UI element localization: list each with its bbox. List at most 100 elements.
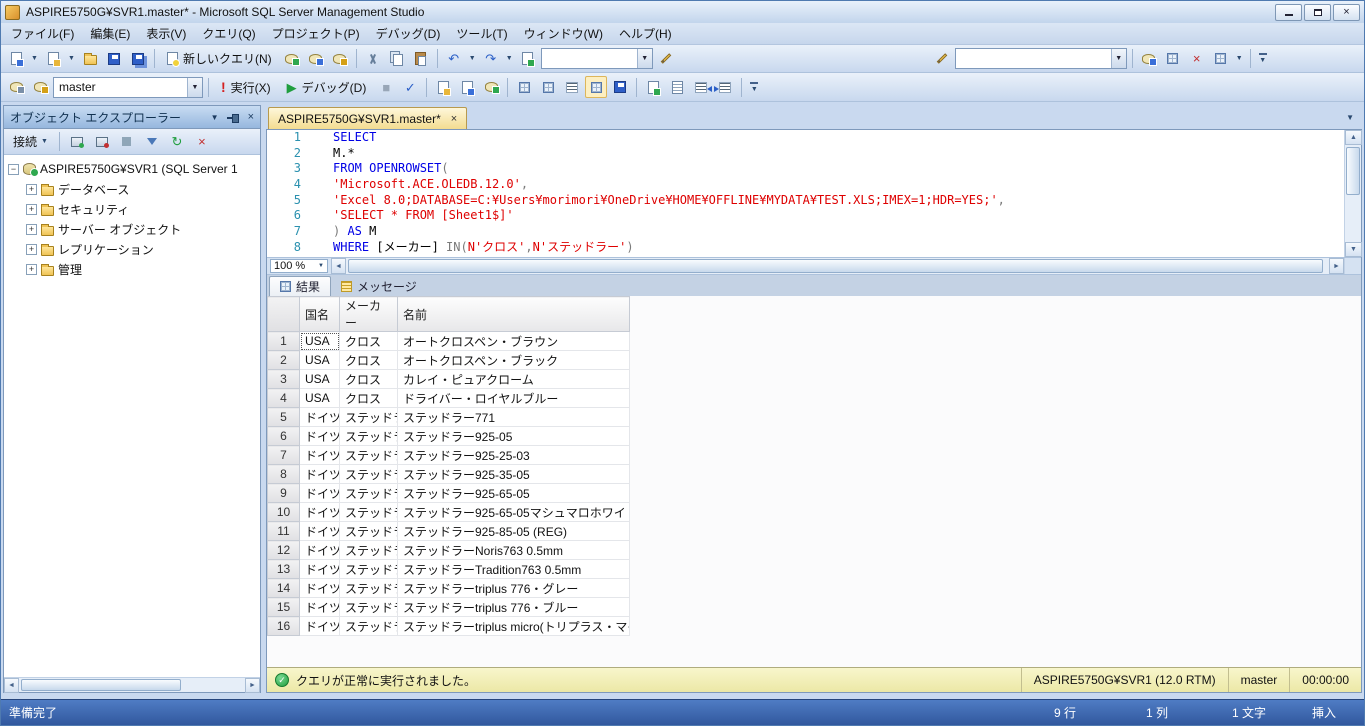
disconnect-server-icon[interactable] [91, 131, 113, 153]
change-connection-icon[interactable] [29, 76, 51, 98]
new-query-button[interactable]: 新しいクエリ(N) [160, 48, 279, 70]
scroll-right-icon[interactable]: ► [1329, 258, 1344, 274]
grid-cell[interactable]: ドイツ [299, 445, 340, 465]
grid-cell[interactable]: ドライバー・ロイヤルブルー [397, 388, 630, 408]
grid-cell[interactable]: USA [299, 388, 340, 408]
scrollbar-track[interactable] [19, 678, 245, 692]
object-explorer-hscrollbar[interactable]: ◄ ► [4, 677, 260, 693]
table-view-icon[interactable] [1210, 48, 1232, 70]
scrollbar-thumb[interactable] [1346, 147, 1360, 195]
navigate-icon[interactable] [517, 48, 539, 70]
column-header[interactable]: 国名 [299, 296, 340, 332]
actual-plan-icon[interactable] [537, 76, 559, 98]
refresh-icon[interactable]: ↻ [166, 131, 188, 153]
toolbar-overflow-icon[interactable]: ▼ [1256, 53, 1270, 64]
expand-icon[interactable]: + [26, 183, 37, 195]
tree-node-server[interactable]: − ASPIRE5750G¥SVR1 (SQL Server 1 [4, 159, 260, 179]
new-mdx-query-icon[interactable] [305, 48, 327, 70]
estimated-plan-icon[interactable] [513, 76, 535, 98]
menu-item[interactable]: 編集(E) [82, 22, 138, 45]
grid-cell[interactable]: ステッドラーtriplus 776・グレー [397, 578, 630, 598]
edit-icon[interactable] [931, 48, 953, 70]
grid-cell[interactable]: ドイツ [299, 426, 340, 446]
grid-cell[interactable]: ドイツ [299, 502, 340, 522]
row-header[interactable]: 6 [267, 426, 300, 446]
menu-item[interactable]: ヘルプ(H) [611, 22, 680, 45]
scroll-down-icon[interactable]: ▼ [1345, 242, 1362, 257]
grid-cell[interactable]: USA [299, 350, 340, 370]
connect-icon[interactable] [5, 76, 27, 98]
add-item-icon[interactable] [42, 48, 64, 70]
scrollbar-thumb[interactable] [21, 679, 181, 691]
scroll-up-icon[interactable]: ▲ [1345, 130, 1362, 145]
grid-cell[interactable]: ステッドラー [339, 597, 398, 617]
row-header[interactable]: 2 [267, 350, 300, 370]
zoom-selector[interactable]: 100 % ▼ [270, 259, 328, 273]
grid-cell[interactable]: ステッドラー771 [397, 407, 630, 427]
column-header[interactable]: 名前 [397, 296, 630, 332]
grid-cell[interactable]: ドイツ [299, 616, 340, 636]
grid-cell[interactable]: ドイツ [299, 540, 340, 560]
grid-cell[interactable]: ドイツ [299, 483, 340, 503]
row-header[interactable]: 5 [267, 407, 300, 427]
grid-cell[interactable]: ステッドラー925-65-05 [397, 483, 630, 503]
grid-cell[interactable]: クロス [339, 388, 398, 408]
pin-icon[interactable] [226, 112, 240, 123]
column-header[interactable]: メーカー [339, 296, 398, 332]
close-panel-icon[interactable]: × [248, 111, 254, 123]
execute-button[interactable]: ! 実行(X) [214, 76, 278, 98]
grid-cell[interactable]: ステッドラー [339, 407, 398, 427]
menu-item[interactable]: プロジェクト(P) [264, 22, 368, 45]
template-params-icon[interactable] [432, 76, 454, 98]
grid-corner-cell[interactable] [267, 296, 300, 332]
grid-cell[interactable]: ステッドラー [339, 445, 398, 465]
cut-icon[interactable] [362, 48, 384, 70]
find-icon[interactable] [655, 48, 677, 70]
collapse-icon[interactable]: − [8, 163, 19, 175]
row-header[interactable]: 8 [267, 464, 300, 484]
comment-icon[interactable] [642, 76, 664, 98]
grid-cell[interactable]: ステッドラー [339, 540, 398, 560]
new-connection-dropdown-icon[interactable]: ▼ [29, 55, 40, 62]
row-header[interactable]: 10 [267, 502, 300, 522]
db-search-icon[interactable] [1138, 48, 1160, 70]
grid-cell[interactable]: クロス [339, 369, 398, 389]
grid-cell[interactable]: USA [299, 331, 340, 351]
menu-item[interactable]: 表示(V) [138, 22, 194, 45]
database-combobox[interactable]: master ▼ [53, 76, 203, 98]
copy-icon[interactable] [386, 48, 408, 70]
scroll-left-icon[interactable]: ◄ [4, 678, 19, 693]
tree-node[interactable]: + 管理 [4, 259, 260, 279]
grid-cell[interactable]: オートクロスペン・ブラック [397, 350, 630, 370]
results-grid-table[interactable]: 国名 メーカー 名前 1 USA クロス オートクロスペン・ブラウン 2 USA クロス オートクロ… [267, 296, 630, 636]
expand-icon[interactable]: + [26, 243, 37, 255]
menu-item[interactable]: ウィンドウ(W) [516, 22, 611, 45]
outdent-icon[interactable] [690, 76, 713, 98]
results-grid-icon[interactable] [585, 76, 608, 98]
grid-cell[interactable]: ステッドラー [339, 483, 398, 503]
expand-icon[interactable]: + [26, 203, 37, 215]
results-file-icon[interactable] [609, 76, 631, 98]
find-combobox[interactable]: ▼ [540, 48, 653, 69]
intellisense-icon[interactable] [480, 76, 502, 98]
paste-icon[interactable] [410, 48, 432, 70]
grid-cell[interactable]: ドイツ [299, 407, 340, 427]
grid-cell[interactable]: ドイツ [299, 597, 340, 617]
grid-cell[interactable]: ステッドラー [339, 502, 398, 522]
sql-editor[interactable]: 123456789 SELECTM.*FROM OPENROWSET('Micr… [267, 130, 1344, 257]
row-header[interactable]: 9 [267, 483, 300, 503]
row-header[interactable]: 3 [267, 369, 300, 389]
redo-dropdown-icon[interactable]: ▼ [504, 55, 515, 62]
grid-cell[interactable]: ステッドラーTradition763 0.5mm [397, 559, 630, 579]
grid-cell[interactable]: ドイツ [299, 464, 340, 484]
undo-dropdown-icon[interactable]: ▼ [467, 55, 478, 62]
grid-cell[interactable]: ステッドラー925-25-03 [397, 445, 630, 465]
grid-cell[interactable]: オートクロスペン・ブラウン [397, 331, 630, 351]
menu-item[interactable]: ツール(T) [448, 22, 515, 45]
menu-item[interactable]: クエリ(Q) [194, 22, 263, 45]
query-options-icon[interactable] [456, 76, 478, 98]
menu-item[interactable]: ファイル(F) [3, 22, 82, 45]
tab-messages[interactable]: メッセージ [331, 276, 427, 296]
row-header[interactable]: 7 [267, 445, 300, 465]
combo-dropdown-icon[interactable]: ▼ [1110, 49, 1126, 68]
